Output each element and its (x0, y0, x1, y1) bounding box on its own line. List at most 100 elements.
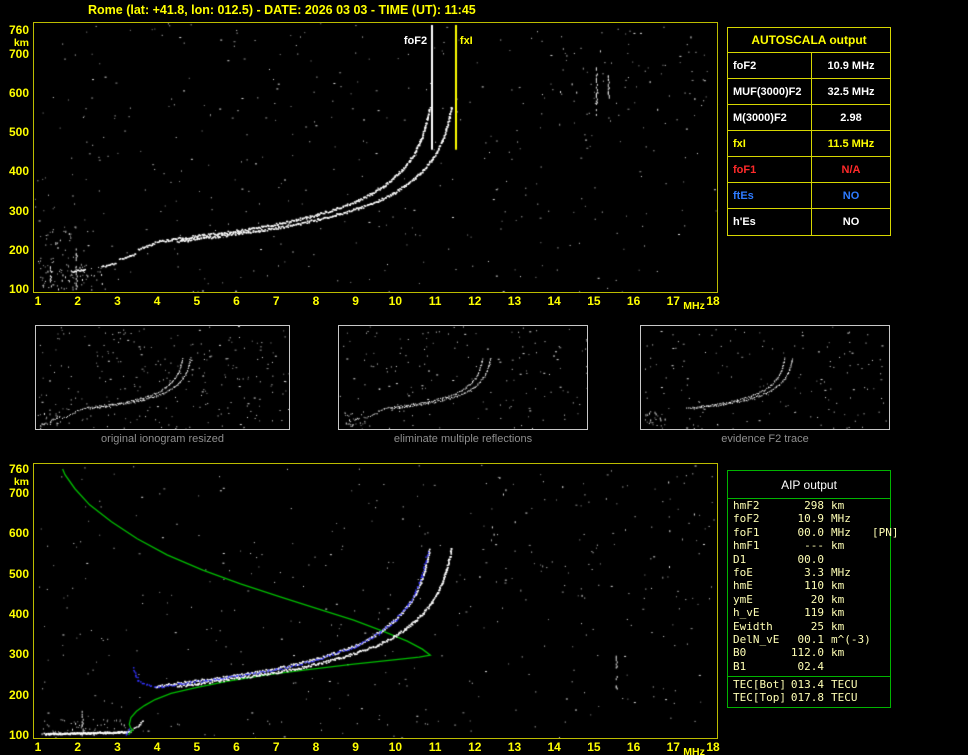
aip-row-unit: km (831, 606, 845, 620)
aip-row-value: 00.1 (797, 632, 825, 646)
thumbnail-eliminate-reflections (338, 325, 588, 430)
aip-row: h_vE 119 km (728, 606, 890, 619)
profile-canvas (34, 464, 717, 738)
aip-row-label: hmF2 (733, 499, 760, 512)
x-axis-unit: MHz (683, 300, 705, 312)
x-axis-unit: MHz (683, 746, 705, 755)
x-tick-label: 11 (428, 740, 442, 754)
aip-row-value: 110 (804, 579, 824, 593)
autoscala-table-rows: foF2 10.9 MHz MUF(3000)F2 32.5 MHz M(3000)F2… (728, 53, 890, 235)
x-tick-label: 17 (666, 740, 680, 754)
x-tick-label: 7 (272, 740, 280, 754)
x-tick-label: 9 (352, 740, 359, 754)
aip-row-label: foE (733, 565, 753, 579)
y-tick-label: 400 (8, 607, 29, 622)
y-tick-label: 600 (8, 526, 29, 541)
y-tick-label: 200 (8, 242, 29, 257)
autoscala-row: ftEs NO (728, 183, 890, 209)
aip-row-label: h_vE (733, 606, 760, 620)
aip-row: D1 00.0 (728, 553, 890, 566)
y-tick-label: 700 (8, 486, 29, 501)
aip-row-extra (872, 606, 890, 619)
aip-row: B1 02.4 (728, 660, 890, 673)
thumbnail-caption-original: original ionogram resized (101, 433, 224, 445)
aip-row-unit: km (831, 539, 845, 553)
aip-row-unit (824, 553, 872, 566)
x-tick-label: 15 (587, 740, 601, 754)
aip-tec-label: TEC[Bot] (733, 678, 786, 692)
aip-tec-label: TEC[Top] (733, 691, 786, 705)
marker-label-fxI: fxI (459, 35, 473, 47)
aip-row: DelN_vE 00.1 m^(-3) (728, 633, 890, 646)
aip-tec-row: TEC[Top] 017.8 TECU (728, 691, 890, 704)
aip-tec-unit: TECU (831, 691, 858, 705)
thumbnail-eliminate-canvas (339, 326, 587, 429)
x-tick-label: 5 (193, 294, 201, 308)
marker-label-foF2: foF2 (403, 35, 428, 47)
aip-row: hmE 110 km (728, 579, 890, 592)
aip-row-value: 00.0 (797, 552, 825, 566)
x-tick-label: 3 (114, 294, 121, 308)
aip-row-label: B1 (733, 659, 747, 673)
y-axis-unit: km (13, 476, 29, 489)
autoscala-row: foF1 N/A (728, 157, 890, 183)
profile-plot (33, 463, 718, 739)
autoscala-row-label: h'Es (728, 209, 812, 235)
autoscala-table-title: AUTOSCALA output (728, 28, 890, 53)
aip-row-extra (872, 566, 890, 579)
aip-row-extra (872, 620, 890, 633)
aip-row-unit: MHz (831, 565, 851, 579)
aip-row-extra (872, 553, 890, 566)
aip-row-extra: [PN] (872, 525, 899, 539)
x-tick-label: 5 (193, 740, 201, 754)
aip-row-extra (872, 646, 890, 659)
y-tick-label: 760 (8, 23, 29, 37)
x-tick-label: 11 (428, 294, 442, 308)
aip-row: ymE 20 km (728, 593, 890, 606)
y-tick-label: 600 (8, 85, 29, 100)
aip-row-value: 10.9 (797, 512, 825, 526)
x-tick-label: 10 (388, 294, 403, 308)
y-tick-label: 100 (8, 728, 29, 742)
autoscala-output-table: AUTOSCALA output foF2 10.9 MHz MUF(3000)F2… (727, 27, 891, 236)
x-tick-label: 8 (312, 294, 320, 308)
x-tick-label: 12 (468, 740, 482, 754)
y-tick-label: 760 (8, 462, 29, 476)
aip-table-rows: hmF2 298 km foF2 10.9 MHz foF1 00.0 MHz [PN] hmF1 -… (728, 499, 899, 673)
x-tick-label: 18 (706, 740, 720, 754)
aip-row-unit: km (831, 592, 845, 606)
thumbnail-original-ionogram (35, 325, 290, 430)
aip-row-value: 20 (810, 592, 824, 606)
aip-row-extra (872, 579, 890, 592)
x-tick-label: 18 (706, 294, 720, 308)
aip-tec-section: TEC[Bot] 013.4 TECU TEC[Top] 017.8 TECU (728, 676, 890, 707)
aip-row-unit: MHz (831, 512, 851, 526)
x-tick-label: 12 (468, 294, 482, 308)
aip-row-value: 119 (804, 606, 824, 620)
autoscala-row: h'Es NO (728, 209, 890, 235)
x-tick-label: 1 (34, 294, 42, 308)
aip-row-value: --- (804, 539, 824, 553)
aip-row-value: 112.0 (790, 646, 824, 660)
aip-row-extra (872, 539, 890, 552)
aip-row-value: 3.3 (804, 565, 824, 579)
autoscala-row: M(3000)F2 2.98 (728, 105, 890, 131)
y-tick-label: 300 (8, 203, 29, 218)
y-tick-label: 500 (8, 566, 29, 581)
x-tick-label: 7 (272, 294, 280, 308)
aip-row: foE 3.3 MHz (728, 566, 890, 579)
x-tick-label: 4 (153, 294, 161, 308)
aip-row-label: foF1 (733, 525, 760, 539)
aip-row-label: foF2 (733, 512, 760, 526)
autoscala-row: MUF(3000)F2 32.5 MHz (728, 79, 890, 105)
aip-row: foF1 00.0 MHz [PN] (728, 525, 899, 539)
autoscala-row-label: ftEs (728, 183, 812, 208)
thumbnail-caption-eliminate: eliminate multiple reflections (393, 433, 533, 445)
x-tick-label: 8 (312, 740, 320, 754)
aip-row: hmF1 --- km (728, 539, 890, 552)
aip-row: foF2 10.9 MHz (728, 512, 890, 525)
autoscala-row-label: foF2 (728, 53, 812, 78)
x-tick-label: 2 (74, 294, 82, 308)
aip-row-unit: km (831, 579, 845, 593)
ionogram-plot (33, 22, 718, 293)
